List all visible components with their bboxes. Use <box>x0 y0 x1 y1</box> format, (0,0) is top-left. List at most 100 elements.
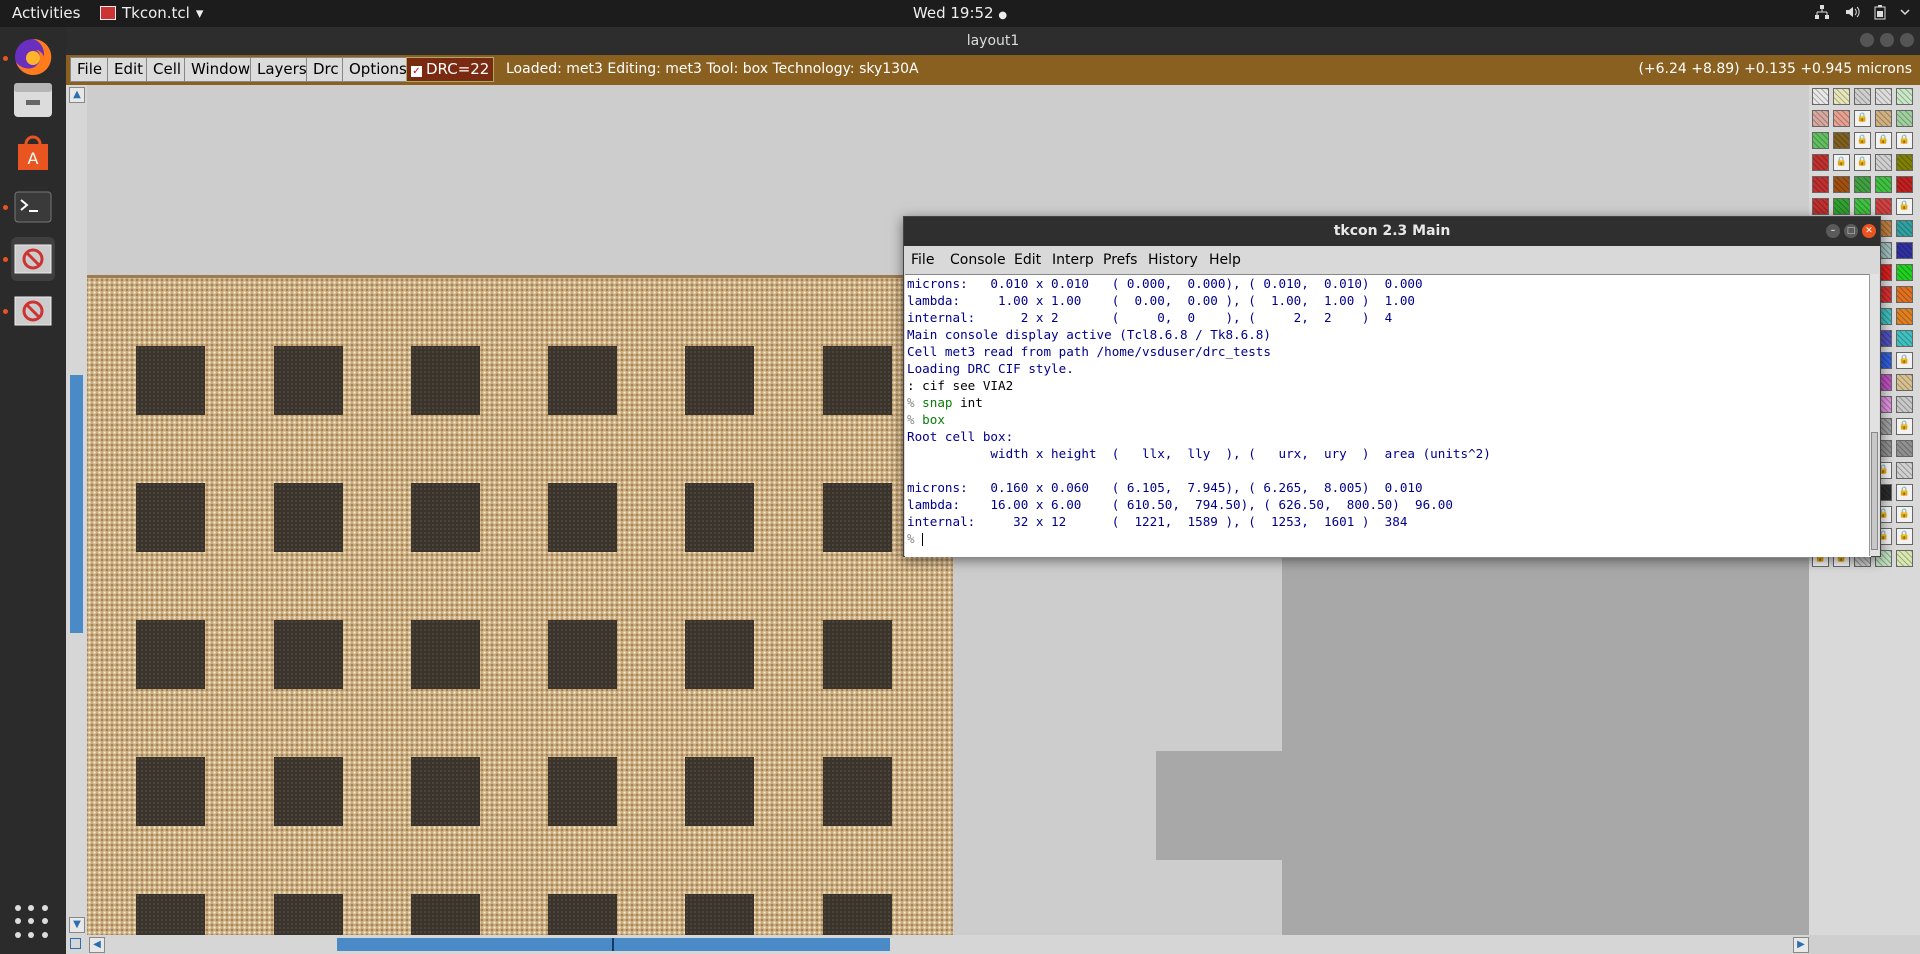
lock-icon[interactable]: 🔒 <box>1833 154 1850 171</box>
layer-swatch[interactable] <box>1896 440 1913 457</box>
layer-swatch[interactable] <box>1896 550 1913 567</box>
tkcon-menu-edit[interactable]: Edit <box>1014 252 1041 268</box>
maximize-icon[interactable] <box>1880 33 1894 47</box>
tkcon-window-launcher[interactable] <box>11 289 55 333</box>
menu-layers[interactable]: Layers <box>250 57 314 82</box>
layer-swatch[interactable] <box>1833 198 1850 215</box>
tkcon-scrollbar[interactable] <box>1869 274 1879 556</box>
lock-icon[interactable]: 🔒 <box>1896 418 1913 435</box>
layer-swatch[interactable] <box>1896 462 1913 479</box>
layer-swatch[interactable] <box>1812 132 1829 149</box>
software-launcher[interactable]: A <box>11 131 55 175</box>
minimize-icon[interactable]: – <box>1826 224 1840 238</box>
app-menu[interactable]: Tkcon.tcl ▾ <box>100 4 203 22</box>
lock-icon[interactable]: 🔒 <box>1875 132 1892 149</box>
via2-cut <box>685 346 754 415</box>
menu-edit[interactable]: Edit <box>107 57 151 82</box>
layer-swatch[interactable] <box>1896 154 1913 171</box>
layer-swatch[interactable] <box>1833 176 1850 193</box>
menu-options[interactable]: Options <box>342 57 414 82</box>
layer-swatch[interactable] <box>1896 110 1913 127</box>
show-applications-icon[interactable] <box>15 905 49 939</box>
layer-swatch[interactable] <box>1812 154 1829 171</box>
close-icon[interactable] <box>1900 33 1914 47</box>
terminal-launcher[interactable] <box>11 185 55 229</box>
tkcon-menu-console[interactable]: Console <box>950 252 1006 268</box>
tkcon-menu-help[interactable]: Help <box>1209 252 1241 268</box>
layer-swatch[interactable] <box>1896 308 1913 325</box>
firefox-launcher[interactable] <box>11 35 55 79</box>
scroll-down-icon[interactable]: ▼ <box>69 917 85 933</box>
lock-icon[interactable]: 🔒 <box>1896 484 1913 501</box>
lock-icon[interactable]: 🔒 <box>1854 110 1871 127</box>
lock-icon[interactable]: 🔒 <box>1854 154 1871 171</box>
layer-swatch[interactable] <box>1854 88 1871 105</box>
layer-swatch[interactable] <box>1896 264 1913 281</box>
layer-swatch[interactable] <box>1812 198 1829 215</box>
activities-button[interactable]: Activities <box>12 4 80 22</box>
lock-icon[interactable]: 🔒 <box>1896 132 1913 149</box>
layer-swatch[interactable] <box>1875 154 1892 171</box>
lock-icon[interactable]: 🔒 <box>1896 506 1913 523</box>
tkcon-menu-prefs[interactable]: Prefs <box>1103 252 1137 268</box>
minimize-icon[interactable] <box>1860 33 1874 47</box>
menu-cell[interactable]: Cell <box>146 57 189 82</box>
layer-swatch[interactable] <box>1833 132 1850 149</box>
layer-swatch[interactable] <box>1896 88 1913 105</box>
lock-icon[interactable]: 🔒 <box>1896 528 1913 545</box>
layer-swatch[interactable] <box>1875 176 1892 193</box>
lock-icon[interactable]: 🔒 <box>1854 132 1871 149</box>
menu-window[interactable]: Window <box>184 57 258 82</box>
via2-cut <box>274 757 343 826</box>
tkcon-menu-file[interactable]: File <box>911 252 934 268</box>
layer-swatch[interactable] <box>1833 88 1850 105</box>
layer-swatch[interactable] <box>1875 88 1892 105</box>
menu-drc[interactable]: Drc <box>306 57 346 82</box>
vertical-scrollbar[interactable]: ▲ ▼ <box>66 85 87 935</box>
zoom-box-button[interactable] <box>66 935 87 954</box>
scroll-left-icon[interactable]: ◀ <box>89 937 105 953</box>
layer-swatch[interactable] <box>1896 220 1913 237</box>
system-tray[interactable] <box>1814 4 1910 24</box>
layer-swatch[interactable] <box>1854 198 1871 215</box>
layer-swatch[interactable] <box>1896 286 1913 303</box>
magic-window-launcher[interactable] <box>11 237 55 281</box>
tkcon-console-output[interactable]: microns: 0.010 x 0.010 ( 0.000, 0.000), … <box>905 274 1871 557</box>
tkcon-menu-interp[interactable]: Interp <box>1052 252 1094 268</box>
layer-swatch[interactable] <box>1896 330 1913 347</box>
battery-icon[interactable] <box>1874 4 1886 24</box>
tkcon-titlebar[interactable]: tkcon 2.3 Main – □ ✕ <box>904 217 1880 246</box>
tkcon-menu-history[interactable]: History <box>1148 252 1198 268</box>
scroll-up-icon[interactable]: ▲ <box>69 87 85 103</box>
network-icon[interactable] <box>1814 4 1830 24</box>
files-launcher[interactable] <box>11 77 55 121</box>
layer-swatch[interactable] <box>1896 374 1913 391</box>
scroll-right-icon[interactable]: ▶ <box>1793 937 1809 953</box>
layer-swatch[interactable] <box>1854 176 1871 193</box>
layer-swatch[interactable] <box>1812 88 1829 105</box>
drc-toggle[interactable]: ✓ DRC=22 <box>406 57 495 82</box>
layer-swatch[interactable] <box>1875 110 1892 127</box>
close-icon[interactable]: ✕ <box>1862 224 1876 238</box>
vertical-scroll-thumb[interactable] <box>70 375 83 633</box>
layer-swatch[interactable] <box>1875 198 1892 215</box>
window-titlebar[interactable]: layout1 <box>66 27 1920 55</box>
layer-swatch[interactable] <box>1896 242 1913 259</box>
layer-swatch[interactable] <box>1896 176 1913 193</box>
lock-icon[interactable]: 🔒 <box>1896 198 1913 215</box>
lock-icon[interactable]: 🔒 <box>1896 352 1913 369</box>
zoom-box-icon <box>70 938 81 949</box>
layer-swatch[interactable] <box>1812 110 1829 127</box>
via2-cut <box>823 483 892 552</box>
layer-swatch[interactable] <box>1833 110 1850 127</box>
tkcon-title: tkcon 2.3 Main <box>1333 223 1451 239</box>
layer-swatch[interactable] <box>1812 176 1829 193</box>
volume-icon[interactable] <box>1844 4 1860 24</box>
system-menu-icon[interactable] <box>1900 4 1910 24</box>
maximize-icon[interactable]: □ <box>1844 224 1858 238</box>
clock[interactable]: Wed 19:52 ● <box>913 4 1007 22</box>
horizontal-scrollbar[interactable]: ◀ ▶ <box>87 935 1809 954</box>
layer-swatch[interactable] <box>1896 396 1913 413</box>
tkcon-scroll-thumb[interactable] <box>1871 432 1878 550</box>
menu-file[interactable]: File <box>70 57 110 82</box>
